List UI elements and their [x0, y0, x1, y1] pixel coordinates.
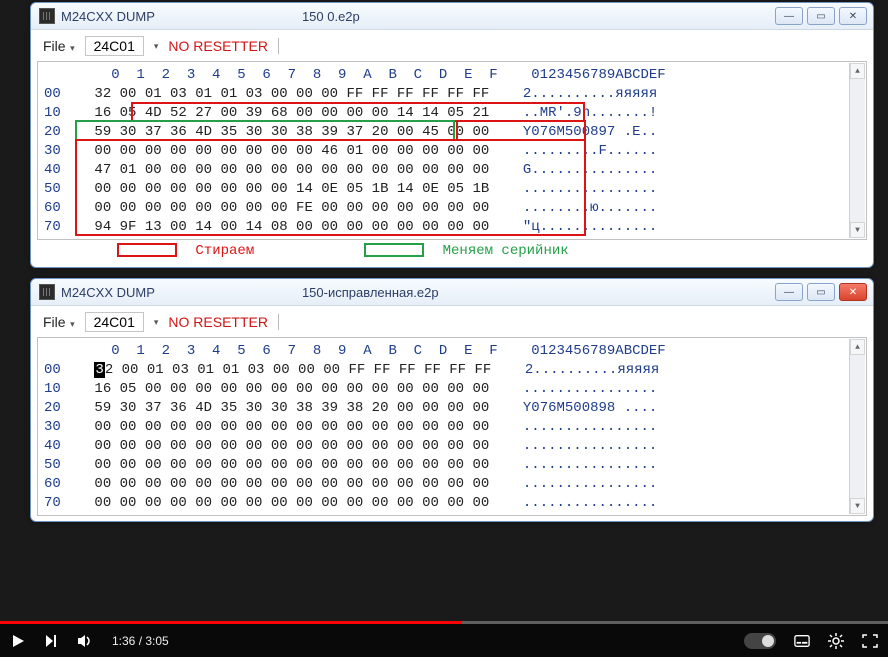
hex-row[interactable]: 10 16 05 00 00 00 00 00 00 00 00 00 00 0… [44, 380, 860, 399]
hex-row[interactable]: 20 59 30 37 36 4D 35 30 30 38 39 38 20 0… [44, 399, 860, 418]
hex-row[interactable]: 40 47 01 00 00 00 00 00 00 00 00 00 00 0… [44, 161, 860, 180]
window-title: M24CXX DUMP 150 0.e2p [61, 9, 360, 24]
legend: Стираем Меняем серийник [37, 241, 867, 263]
scroll-up-icon[interactable]: ▲ [850, 339, 865, 355]
menu-file[interactable]: File ▾ [43, 314, 77, 330]
vertical-scrollbar[interactable]: ▲ ▼ [849, 63, 865, 238]
minimize-button[interactable]: — [775, 283, 803, 301]
progress-track[interactable] [0, 621, 888, 624]
app-icon [39, 8, 55, 24]
resetter-status: NO RESETTER [168, 38, 279, 54]
chevron-down-icon: ▾ [152, 317, 161, 328]
hex-row[interactable]: 50 00 00 00 00 00 00 00 00 00 00 00 00 0… [44, 456, 860, 475]
volume-button[interactable] [78, 633, 94, 649]
hex-row[interactable]: 30 00 00 00 00 00 00 00 00 00 46 01 00 0… [44, 142, 860, 161]
hex-pane[interactable]: 0 1 2 3 4 5 6 7 8 9 A B C D E F 01234567… [37, 337, 867, 516]
legend-serial-label: Меняем серийник [443, 243, 569, 259]
play-button[interactable] [10, 633, 26, 649]
hex-row[interactable]: 60 00 00 00 00 00 00 00 00 00 00 00 00 0… [44, 475, 860, 494]
scroll-down-icon[interactable]: ▼ [850, 498, 865, 514]
legend-swatch-green [364, 243, 424, 257]
hex-row[interactable]: 60 00 00 00 00 00 00 00 00 FE 00 00 00 0… [44, 199, 860, 218]
window-title: M24CXX DUMP 150-исправленная.e2p [61, 285, 439, 300]
hex-col-header: 0 1 2 3 4 5 6 7 8 9 A B C D E F 01234567… [44, 66, 860, 85]
chevron-down-icon: ▾ [66, 43, 77, 53]
legend-erase-label: Стираем [195, 243, 254, 259]
chevron-down-icon: ▾ [152, 41, 161, 52]
autoplay-toggle[interactable] [744, 633, 776, 649]
hex-row[interactable]: 70 00 00 00 00 00 00 00 00 00 00 00 00 0… [44, 494, 860, 513]
menu-file[interactable]: File ▾ [43, 38, 77, 54]
vertical-scrollbar[interactable]: ▲ ▼ [849, 339, 865, 514]
legend-swatch-red [117, 243, 177, 257]
app-icon [39, 284, 55, 300]
subtitles-button[interactable] [794, 633, 810, 649]
dump-window-bottom: M24CXX DUMP 150-исправленная.e2p — ▭ ✕ F… [30, 278, 874, 522]
hex-row[interactable]: 50 00 00 00 00 00 00 00 00 14 0E 05 1B 1… [44, 180, 860, 199]
next-button[interactable] [44, 633, 60, 649]
hex-pane[interactable]: 0 1 2 3 4 5 6 7 8 9 A B C D E F 01234567… [37, 61, 867, 240]
menubar: File ▾ 24C01 ▾ NO RESETTER [37, 308, 867, 336]
fullscreen-button[interactable] [862, 633, 878, 649]
maximize-button[interactable]: ▭ [807, 7, 835, 25]
time-display: 1:36 / 3:05 [112, 634, 169, 648]
dump-window-top: M24CXX DUMP 150 0.e2p — ▭ ✕ File ▾ 24C01… [30, 2, 874, 268]
chip-select[interactable]: 24C01 [85, 312, 144, 332]
resetter-status: NO RESETTER [168, 314, 279, 330]
hex-col-header: 0 1 2 3 4 5 6 7 8 9 A B C D E F 01234567… [44, 342, 860, 361]
scroll-down-icon[interactable]: ▼ [850, 222, 865, 238]
chevron-down-icon: ▾ [66, 319, 77, 329]
titlebar[interactable]: M24CXX DUMP 150 0.e2p — ▭ ✕ [31, 3, 873, 30]
progress-fill [0, 621, 462, 624]
hex-row[interactable]: 30 00 00 00 00 00 00 00 00 00 00 00 00 0… [44, 418, 860, 437]
minimize-button[interactable]: — [775, 7, 803, 25]
hex-row[interactable]: 00 32 00 01 03 01 01 03 00 00 00 FF FF F… [44, 361, 860, 380]
hex-row[interactable]: 10 16 05 4D 52 27 00 39 68 00 00 00 00 1… [44, 104, 860, 123]
close-button[interactable]: ✕ [839, 283, 867, 301]
hex-row[interactable]: 40 00 00 00 00 00 00 00 00 00 00 00 00 0… [44, 437, 860, 456]
chip-select[interactable]: 24C01 [85, 36, 144, 56]
hex-row[interactable]: 00 32 00 01 03 01 01 03 00 00 00 FF FF F… [44, 85, 860, 104]
hex-row[interactable]: 20 59 30 37 36 4D 35 30 30 38 39 37 20 0… [44, 123, 860, 142]
menubar: File ▾ 24C01 ▾ NO RESETTER [37, 32, 867, 60]
settings-button[interactable] [828, 633, 844, 649]
video-player-bar: 1:36 / 3:05 [0, 624, 888, 657]
titlebar[interactable]: M24CXX DUMP 150-исправленная.e2p — ▭ ✕ [31, 279, 873, 306]
close-button[interactable]: ✕ [839, 7, 867, 25]
hex-row[interactable]: 70 94 9F 13 00 14 00 14 08 00 00 00 00 0… [44, 218, 860, 237]
scroll-up-icon[interactable]: ▲ [850, 63, 865, 79]
maximize-button[interactable]: ▭ [807, 283, 835, 301]
